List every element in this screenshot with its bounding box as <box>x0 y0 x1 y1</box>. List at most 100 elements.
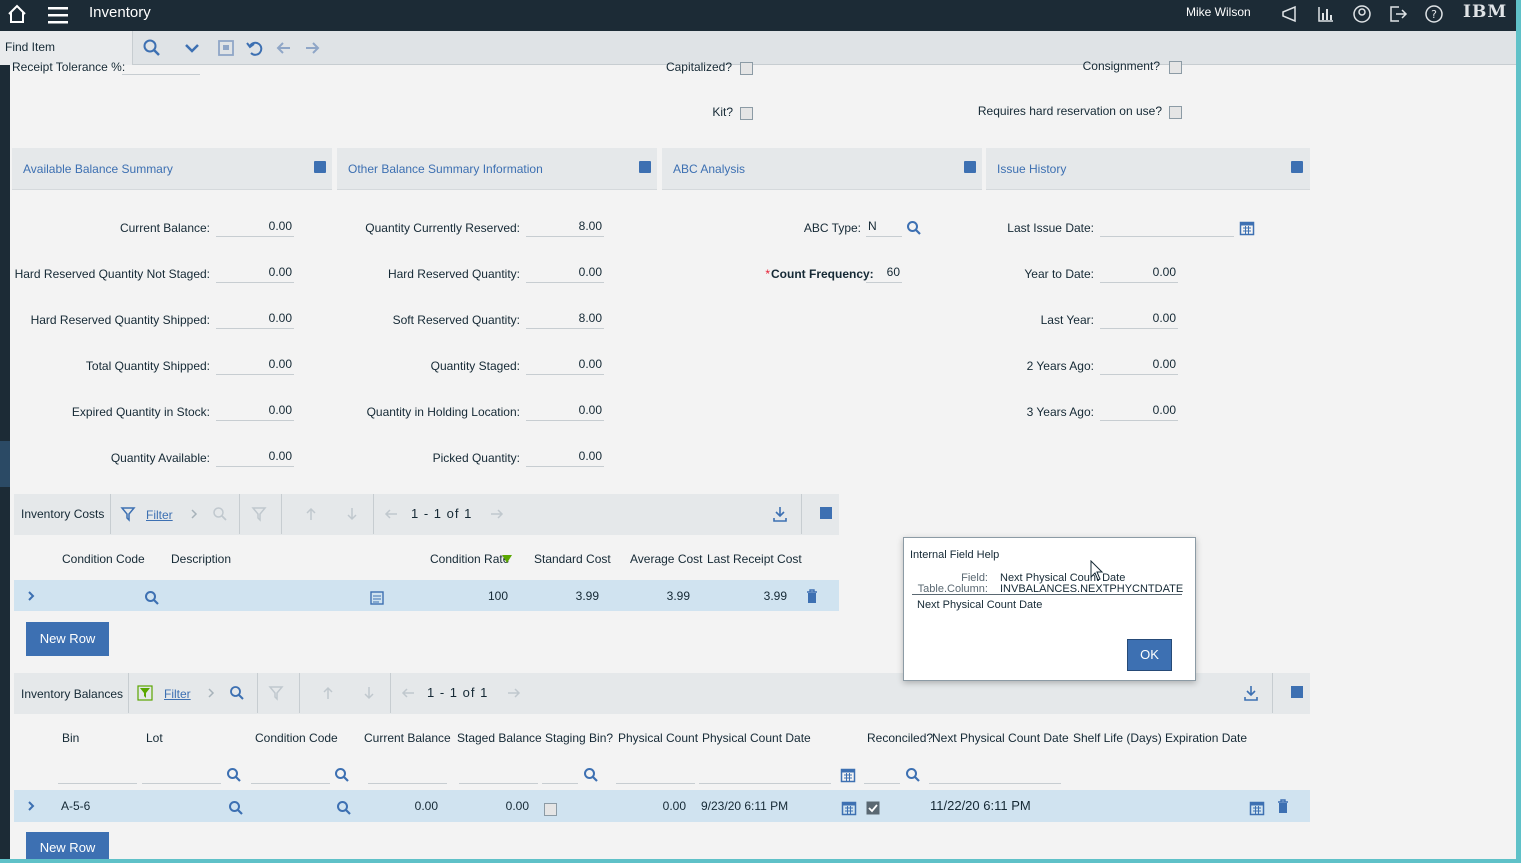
filter-active-icon[interactable] <box>137 685 153 701</box>
column-header[interactable]: Average Cost <box>630 552 703 566</box>
search-icon[interactable] <box>905 767 921 783</box>
long-description-icon[interactable] <box>369 590 385 606</box>
chart-icon[interactable] <box>1316 4 1336 24</box>
download-icon[interactable] <box>1243 685 1259 701</box>
condition-code-filter-input[interactable] <box>251 766 330 784</box>
column-header[interactable]: Staging Bin? <box>545 731 613 745</box>
arrow-up-icon[interactable] <box>320 685 336 701</box>
column-header[interactable]: Condition Code <box>255 731 338 745</box>
table-row[interactable]: 100 3.99 3.99 3.99 <box>14 580 839 611</box>
download-icon[interactable] <box>772 506 788 522</box>
collapse-icon[interactable] <box>1291 686 1303 698</box>
calendar-icon[interactable] <box>1239 220 1255 236</box>
column-header[interactable]: Last Receipt Cost <box>707 552 802 566</box>
sort-down-icon[interactable] <box>502 555 512 563</box>
search-icon[interactable] <box>226 767 242 783</box>
column-header[interactable]: Expiration Date <box>1165 731 1247 745</box>
search-icon[interactable] <box>906 220 922 236</box>
collapse-icon[interactable] <box>964 161 976 173</box>
column-header[interactable]: Bin <box>62 731 79 745</box>
search-icon[interactable] <box>583 767 599 783</box>
chevron-right-icon[interactable] <box>186 506 202 522</box>
calendar-icon[interactable] <box>1249 800 1265 816</box>
arrow-right-icon[interactable] <box>302 38 322 58</box>
arrow-up-icon[interactable] <box>303 506 319 522</box>
arrow-down-icon[interactable] <box>344 506 360 522</box>
trash-icon[interactable] <box>1275 798 1291 814</box>
column-header[interactable]: Condition Rate <box>430 552 509 566</box>
column-header[interactable]: Standard Cost <box>534 552 611 566</box>
column-header[interactable]: Staged Balance <box>457 731 542 745</box>
ok-button[interactable]: OK <box>1127 639 1172 671</box>
home-icon[interactable] <box>6 3 28 25</box>
arrow-left-icon[interactable] <box>383 506 399 522</box>
search-icon[interactable] <box>228 800 244 816</box>
last-issue-date-field[interactable] <box>1100 219 1234 237</box>
column-header[interactable]: Reconciled? <box>867 731 933 745</box>
collapse-icon[interactable] <box>639 161 651 173</box>
chevron-right-icon[interactable] <box>23 588 39 604</box>
arrow-left-icon[interactable] <box>400 685 416 701</box>
column-header[interactable]: Condition Code <box>62 552 145 566</box>
new-row-button[interactable]: New Row <box>26 622 109 656</box>
logout-icon[interactable] <box>1388 4 1408 24</box>
search-icon[interactable] <box>229 685 245 701</box>
profile-icon[interactable] <box>1352 4 1372 24</box>
clear-filter-icon[interactable] <box>251 506 267 522</box>
capitalized-checkbox[interactable] <box>740 62 753 75</box>
other-balance-section[interactable]: Other Balance Summary Information <box>337 148 657 190</box>
issue-history-section[interactable]: Issue History <box>986 148 1310 190</box>
current-balance-filter-input[interactable] <box>368 766 447 784</box>
arrow-right-icon[interactable] <box>489 506 505 522</box>
undo-icon[interactable] <box>245 38 265 58</box>
trash-icon[interactable] <box>804 588 820 604</box>
filter-link[interactable]: Filter <box>146 508 173 522</box>
megaphone-icon[interactable] <box>1280 4 1300 24</box>
column-header[interactable]: Description <box>171 552 231 566</box>
chevron-down-icon[interactable] <box>182 38 202 58</box>
physical-count-date-filter-input[interactable] <box>699 766 831 784</box>
clear-filter-icon[interactable] <box>268 685 284 701</box>
search-icon[interactable] <box>144 590 160 606</box>
arrow-left-icon[interactable] <box>274 38 294 58</box>
calendar-icon[interactable] <box>841 800 857 816</box>
column-header[interactable]: Physical Count <box>618 731 698 745</box>
user-name[interactable]: Mike Wilson <box>1186 5 1251 19</box>
consignment-checkbox[interactable] <box>1169 61 1182 74</box>
chevron-right-icon[interactable] <box>203 685 219 701</box>
collapse-icon[interactable] <box>1291 161 1303 173</box>
reconciled-filter-input[interactable] <box>864 766 900 784</box>
column-header[interactable]: Physical Count Date <box>702 731 811 745</box>
new-row-button[interactable]: New Row <box>26 832 109 859</box>
filter-icon[interactable] <box>120 506 136 522</box>
staging-bin-filter-input[interactable] <box>542 766 578 784</box>
search-icon[interactable] <box>336 800 352 816</box>
collapse-icon[interactable] <box>314 161 326 173</box>
abc-type-field[interactable]: N <box>866 219 902 237</box>
count-frequency-field[interactable]: 60 <box>866 265 902 283</box>
column-header[interactable]: Next Physical Count Date <box>932 731 1069 745</box>
bin-filter-input[interactable] <box>58 766 137 784</box>
menu-icon[interactable] <box>47 4 69 26</box>
column-header[interactable]: Current Balance <box>364 731 451 745</box>
physical-count-filter-input[interactable] <box>616 766 695 784</box>
save-icon[interactable] <box>216 38 236 58</box>
reconciled-checkbox[interactable] <box>866 801 880 815</box>
column-header[interactable]: Lot <box>146 731 163 745</box>
filter-link[interactable]: Filter <box>164 687 191 701</box>
arrow-right-icon[interactable] <box>506 685 522 701</box>
hard-reservation-checkbox[interactable] <box>1169 106 1182 119</box>
calendar-icon[interactable] <box>840 767 856 783</box>
search-icon[interactable] <box>334 767 350 783</box>
chevron-right-icon[interactable] <box>23 798 39 814</box>
kit-checkbox[interactable] <box>740 107 753 120</box>
receipt-tolerance-field[interactable] <box>122 57 200 75</box>
search-icon[interactable] <box>142 38 162 58</box>
help-icon[interactable]: ? <box>1424 4 1444 24</box>
collapse-icon[interactable] <box>820 507 832 519</box>
staging-bin-checkbox[interactable] <box>544 803 557 816</box>
next-count-date-filter-input[interactable] <box>929 766 1061 784</box>
column-header[interactable]: Shelf Life (Days) <box>1073 731 1162 745</box>
side-drawer-handle[interactable] <box>0 441 10 487</box>
abc-analysis-section[interactable]: ABC Analysis <box>662 148 982 190</box>
